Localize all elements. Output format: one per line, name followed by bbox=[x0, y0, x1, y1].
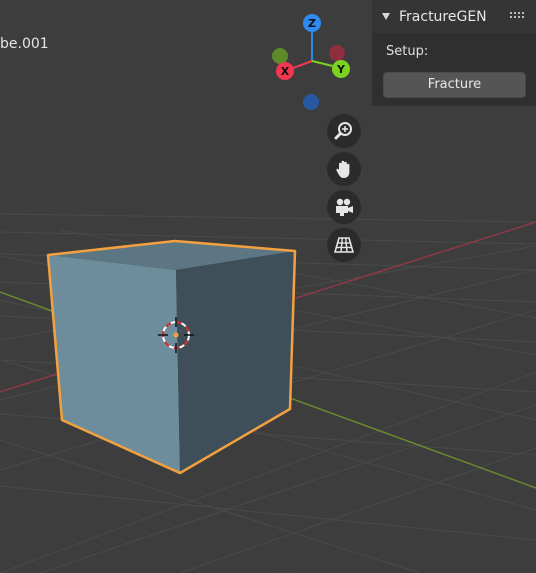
grid-perspective-icon bbox=[333, 237, 355, 253]
drag-handle-icon[interactable] bbox=[510, 12, 524, 20]
fracturegen-panel: FractureGEN Setup: Fracture bbox=[372, 0, 536, 106]
pan-button[interactable] bbox=[327, 152, 361, 186]
camera-icon bbox=[336, 198, 353, 216]
gizmo-z-label: Z bbox=[308, 17, 316, 30]
setup-label: Setup: bbox=[386, 44, 429, 59]
hand-pan-icon bbox=[336, 160, 350, 178]
object-name-label: be.001 bbox=[0, 36, 49, 52]
camera-view-button[interactable] bbox=[327, 190, 361, 224]
gizmo-x-label: X bbox=[281, 65, 290, 78]
zoom-icon bbox=[334, 122, 352, 140]
panel-title: FractureGEN bbox=[399, 8, 487, 25]
gizmo-neg-z bbox=[303, 94, 319, 110]
gizmo-neg-x bbox=[329, 45, 345, 61]
selected-cube[interactable] bbox=[46, 239, 297, 475]
navigation-gizmo[interactable]: Z X Y bbox=[266, 10, 366, 110]
fracture-button[interactable]: Fracture bbox=[383, 72, 526, 98]
zoom-button[interactable] bbox=[327, 114, 361, 148]
perspective-toggle-button[interactable] bbox=[327, 228, 361, 262]
collapse-triangle-icon[interactable] bbox=[382, 13, 390, 20]
3d-viewport[interactable]: be.001 Z X Y FractureGEN Setup: Fracture bbox=[0, 0, 536, 573]
panel-header[interactable]: FractureGEN bbox=[372, 0, 536, 33]
gizmo-neg-y bbox=[272, 48, 288, 64]
gizmo-y-label: Y bbox=[336, 63, 346, 76]
